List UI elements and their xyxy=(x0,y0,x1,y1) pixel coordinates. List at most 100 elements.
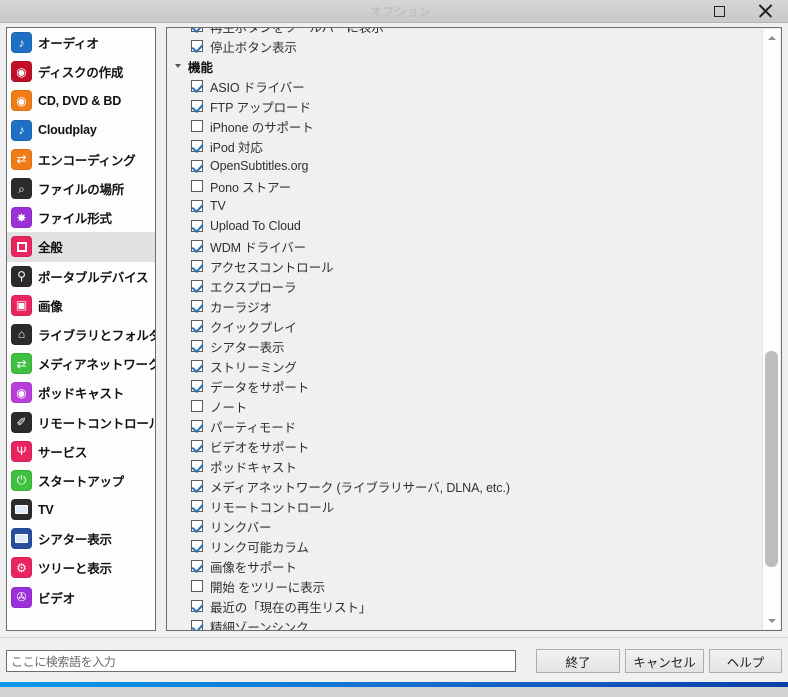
checkbox[interactable] xyxy=(191,500,203,512)
checkbox[interactable] xyxy=(191,360,203,372)
option-checkbox-row[interactable]: iPod 対応 xyxy=(167,136,759,156)
option-checkbox-row[interactable]: 精細ゾーンシンク xyxy=(167,616,759,630)
checkbox[interactable] xyxy=(191,580,203,592)
sidebar-item-8[interactable]: ⚲ ポータブルデバイス xyxy=(7,262,155,291)
finish-button[interactable]: 終了 xyxy=(536,649,620,673)
checkbox[interactable] xyxy=(191,440,203,452)
option-checkbox-row[interactable]: メディアネットワーク (ライブラリサーバ, DLNA, etc.) xyxy=(167,476,759,496)
option-label: 再生ボタンをツールバーに表示 xyxy=(210,28,384,36)
help-button[interactable]: ヘルプ xyxy=(709,649,782,673)
sidebar-item-18[interactable]: ⚙ ツリーと表示 xyxy=(7,553,155,582)
checkbox[interactable] xyxy=(191,420,203,432)
sidebar-item-label: 画像 xyxy=(38,299,63,314)
checkbox[interactable] xyxy=(191,460,203,472)
sidebar-item-2[interactable]: ◉ CD, DVD & BD xyxy=(7,86,155,115)
checkbox[interactable] xyxy=(191,100,203,112)
checkbox[interactable] xyxy=(191,320,203,332)
checkbox[interactable] xyxy=(191,400,203,412)
scroll-down-button[interactable] xyxy=(763,612,780,629)
checkbox[interactable] xyxy=(191,600,203,612)
checkbox[interactable] xyxy=(191,620,203,630)
sidebar-item-17[interactable]: シアター表示 xyxy=(7,524,155,553)
scroll-up-button[interactable] xyxy=(763,29,780,46)
sidebar-item-6[interactable]: ✸ ファイル形式 xyxy=(7,203,155,232)
checkbox[interactable] xyxy=(191,260,203,272)
sidebar-item-label: メディアネットワーク xyxy=(38,358,155,373)
option-checkbox-row[interactable]: TV xyxy=(167,196,759,216)
sidebar-item-3[interactable]: ♪ Cloudplay xyxy=(7,116,155,145)
option-group-header[interactable]: 機能 xyxy=(167,56,759,76)
option-checkbox-row[interactable]: パーティモード xyxy=(167,416,759,436)
scrollbar-thumb[interactable] xyxy=(765,351,778,567)
option-checkbox-row[interactable]: 最近の「現在の再生リスト」 xyxy=(167,596,759,616)
sidebar-item-label: TV xyxy=(38,502,54,517)
chevron-down-icon[interactable] xyxy=(175,64,181,68)
option-checkbox-row[interactable]: リンク可能カラム xyxy=(167,536,759,556)
checkbox[interactable] xyxy=(191,540,203,552)
option-checkbox-row[interactable]: Pono ストアー xyxy=(167,176,759,196)
option-checkbox-row[interactable]: FTP アップロード xyxy=(167,96,759,116)
checkbox[interactable] xyxy=(191,220,203,232)
option-checkbox-row[interactable]: エクスプローラ xyxy=(167,276,759,296)
option-checkbox-row[interactable]: ノート xyxy=(167,396,759,416)
sidebar-item-4[interactable]: ⇄ エンコーディング xyxy=(7,145,155,174)
close-button[interactable] xyxy=(742,0,788,22)
taskbar-gradient xyxy=(0,682,788,687)
option-checkbox-row[interactable]: リンクバー xyxy=(167,516,759,536)
option-checkbox-row[interactable]: 停止ボタン表示 xyxy=(167,36,759,56)
checkbox[interactable] xyxy=(191,120,203,132)
sidebar-item-0[interactable]: ♪ オーディオ xyxy=(7,28,155,57)
checkbox[interactable] xyxy=(191,28,203,32)
checkbox[interactable] xyxy=(191,40,203,52)
sidebar-item-7[interactable]: 全般 xyxy=(7,232,155,262)
category-sidebar[interactable]: ♪ オーディオ ◉ ディスクの作成 ◉ CD, DVD & BD ♪ Cloudplay ⇄ エン… xyxy=(6,27,156,631)
cancel-button[interactable]: キャンセル xyxy=(625,649,704,673)
sidebar-item-1[interactable]: ◉ ディスクの作成 xyxy=(7,57,155,86)
checkbox[interactable] xyxy=(191,240,203,252)
option-checkbox-row[interactable]: ビデオをサポート xyxy=(167,436,759,456)
option-checkbox-row[interactable]: Upload To Cloud xyxy=(167,216,759,236)
checkbox[interactable] xyxy=(191,300,203,312)
option-checkbox-row[interactable]: 画像をサポート xyxy=(167,556,759,576)
option-checkbox-row[interactable]: OpenSubtitles.org xyxy=(167,156,759,176)
sidebar-item-5[interactable]: ⌕ ファイルの場所 xyxy=(7,174,155,203)
option-checkbox-row[interactable]: クイックプレイ xyxy=(167,316,759,336)
option-checkbox-row[interactable]: カーラジオ xyxy=(167,296,759,316)
checkbox[interactable] xyxy=(191,80,203,92)
option-checkbox-row[interactable]: 開始 をツリーに表示 xyxy=(167,576,759,596)
option-checkbox-row[interactable]: アクセスコントロール xyxy=(167,256,759,276)
option-checkbox-row[interactable]: ASIO ドライバー xyxy=(167,76,759,96)
sidebar-item-15[interactable]: ⏻ スタートアップ xyxy=(7,466,155,495)
checkbox[interactable] xyxy=(191,560,203,572)
option-checkbox-row[interactable]: リモートコントロール xyxy=(167,496,759,516)
option-checkbox-row[interactable]: シアター表示 xyxy=(167,336,759,356)
options-list[interactable]: 再生ボタンをツールバーに表示停止ボタン表示機能 ASIO ドライバー FTP アップ… xyxy=(167,28,759,630)
checkbox[interactable] xyxy=(191,380,203,392)
maximize-button[interactable] xyxy=(696,0,742,22)
option-checkbox-row[interactable]: 再生ボタンをツールバーに表示 xyxy=(167,28,759,36)
checkbox[interactable] xyxy=(191,280,203,292)
option-checkbox-row[interactable]: ポッドキャスト xyxy=(167,456,759,476)
checkbox[interactable] xyxy=(191,480,203,492)
sidebar-item-9[interactable]: ▣ 画像 xyxy=(7,291,155,320)
option-checkbox-row[interactable]: WDM ドライバー xyxy=(167,236,759,256)
sidebar-item-16[interactable]: TV xyxy=(7,495,155,524)
sidebar-item-12[interactable]: ◉ ポッドキャスト xyxy=(7,378,155,407)
option-checkbox-row[interactable]: iPhone のサポート xyxy=(167,116,759,136)
checkbox[interactable] xyxy=(191,160,203,172)
checkbox[interactable] xyxy=(191,340,203,352)
option-label: アクセスコントロール xyxy=(210,260,334,275)
checkbox[interactable] xyxy=(191,200,203,212)
sidebar-item-19[interactable]: ✇ ビデオ xyxy=(7,583,155,612)
sidebar-item-10[interactable]: ⌂ ライブラリとフォルダ xyxy=(7,320,155,349)
checkbox[interactable] xyxy=(191,180,203,192)
option-checkbox-row[interactable]: データをサポート xyxy=(167,376,759,396)
vertical-scrollbar[interactable] xyxy=(762,29,780,629)
checkbox[interactable] xyxy=(191,520,203,532)
sidebar-item-11[interactable]: ⇄ メディアネットワーク xyxy=(7,349,155,378)
option-checkbox-row[interactable]: ストリーミング xyxy=(167,356,759,376)
checkbox[interactable] xyxy=(191,140,203,152)
sidebar-item-13[interactable]: ✐ リモートコントロール xyxy=(7,407,155,436)
search-input[interactable]: ここに検索語を入力 xyxy=(6,650,516,672)
sidebar-item-14[interactable]: Ψ サービス xyxy=(7,437,155,466)
